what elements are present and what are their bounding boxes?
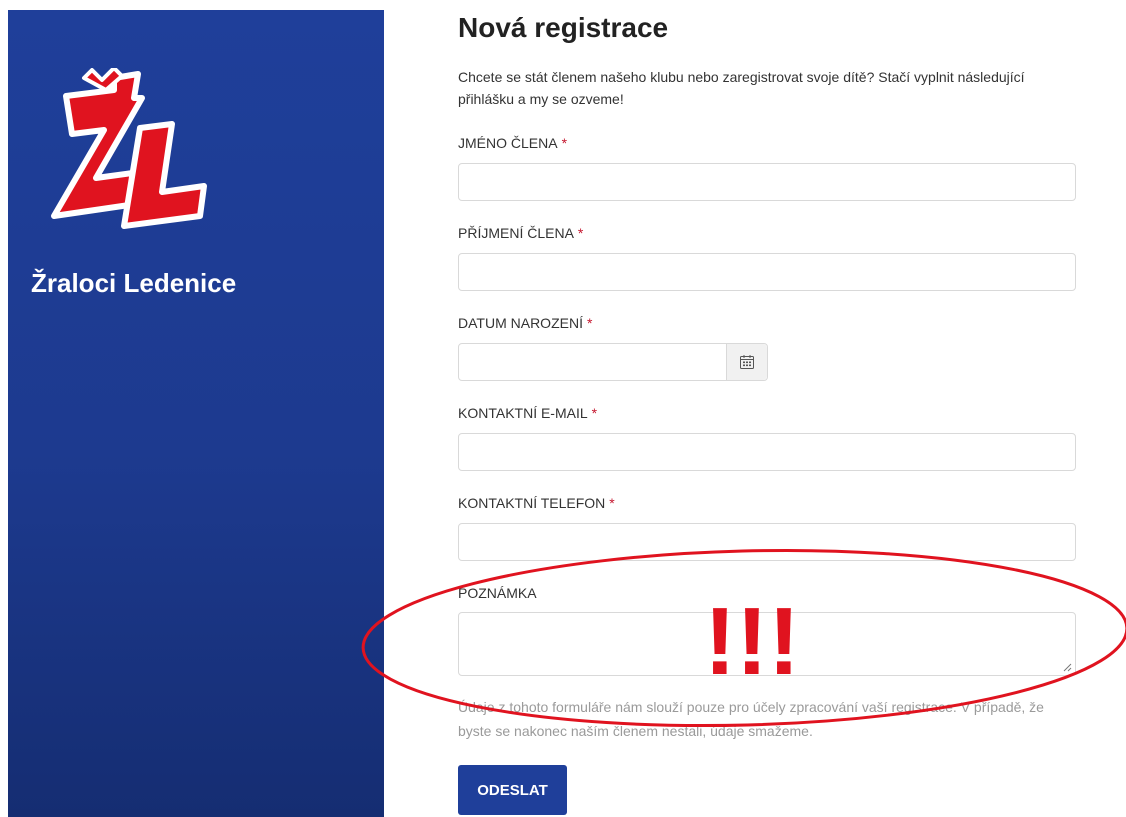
calendar-button[interactable] [726, 344, 767, 380]
submit-button[interactable]: ODESLAT [458, 765, 567, 815]
privacy-note: Údaje z tohoto formuláře nám slouží pouz… [458, 699, 1044, 739]
required-mark: * [561, 135, 568, 151]
page-title: Nová registrace [458, 12, 669, 43]
field-label-first-name: JMÉNO ČLENA * [458, 135, 567, 151]
field-label-phone: KONTAKTNÍ TELEFON * [458, 495, 615, 511]
club-logo [44, 66, 224, 243]
note-textarea[interactable] [458, 612, 1076, 676]
last-name-input[interactable] [458, 253, 1076, 291]
label-text: JMÉNO ČLENA [458, 135, 558, 151]
field-label-note: POZNÁMKA [458, 585, 537, 601]
resize-handle-icon[interactable] [1063, 663, 1072, 672]
club-name: Žraloci Ledenice [31, 268, 237, 298]
required-mark: * [591, 405, 598, 421]
field-label-email: KONTAKTNÍ E-MAIL * [458, 405, 597, 421]
sidebar: Žraloci Ledenice [8, 10, 384, 817]
label-text: KONTAKTNÍ E-MAIL [458, 405, 588, 421]
required-mark: * [586, 315, 593, 331]
required-mark: * [609, 495, 615, 511]
phone-input[interactable] [458, 523, 1076, 561]
first-name-input[interactable] [458, 163, 1076, 201]
required-mark: * [577, 225, 584, 241]
label-text: POZNÁMKA [458, 585, 537, 601]
label-text: KONTAKTNÍ TELEFON [458, 495, 606, 511]
label-text: PŘÍJMENÍ ČLENA [458, 225, 574, 241]
field-label-birth-date: DATUM NAROZENÍ * [458, 315, 592, 331]
field-label-last-name: PŘÍJMENÍ ČLENA * [458, 225, 583, 241]
birth-date-input[interactable] [458, 343, 768, 381]
form-intro: Chcete se stát členem našeho klubu nebo … [458, 69, 1025, 107]
label-text: DATUM NAROZENÍ [458, 315, 583, 331]
birth-date-field[interactable] [459, 344, 726, 380]
email-input[interactable] [458, 433, 1076, 471]
calendar-icon [740, 355, 754, 369]
